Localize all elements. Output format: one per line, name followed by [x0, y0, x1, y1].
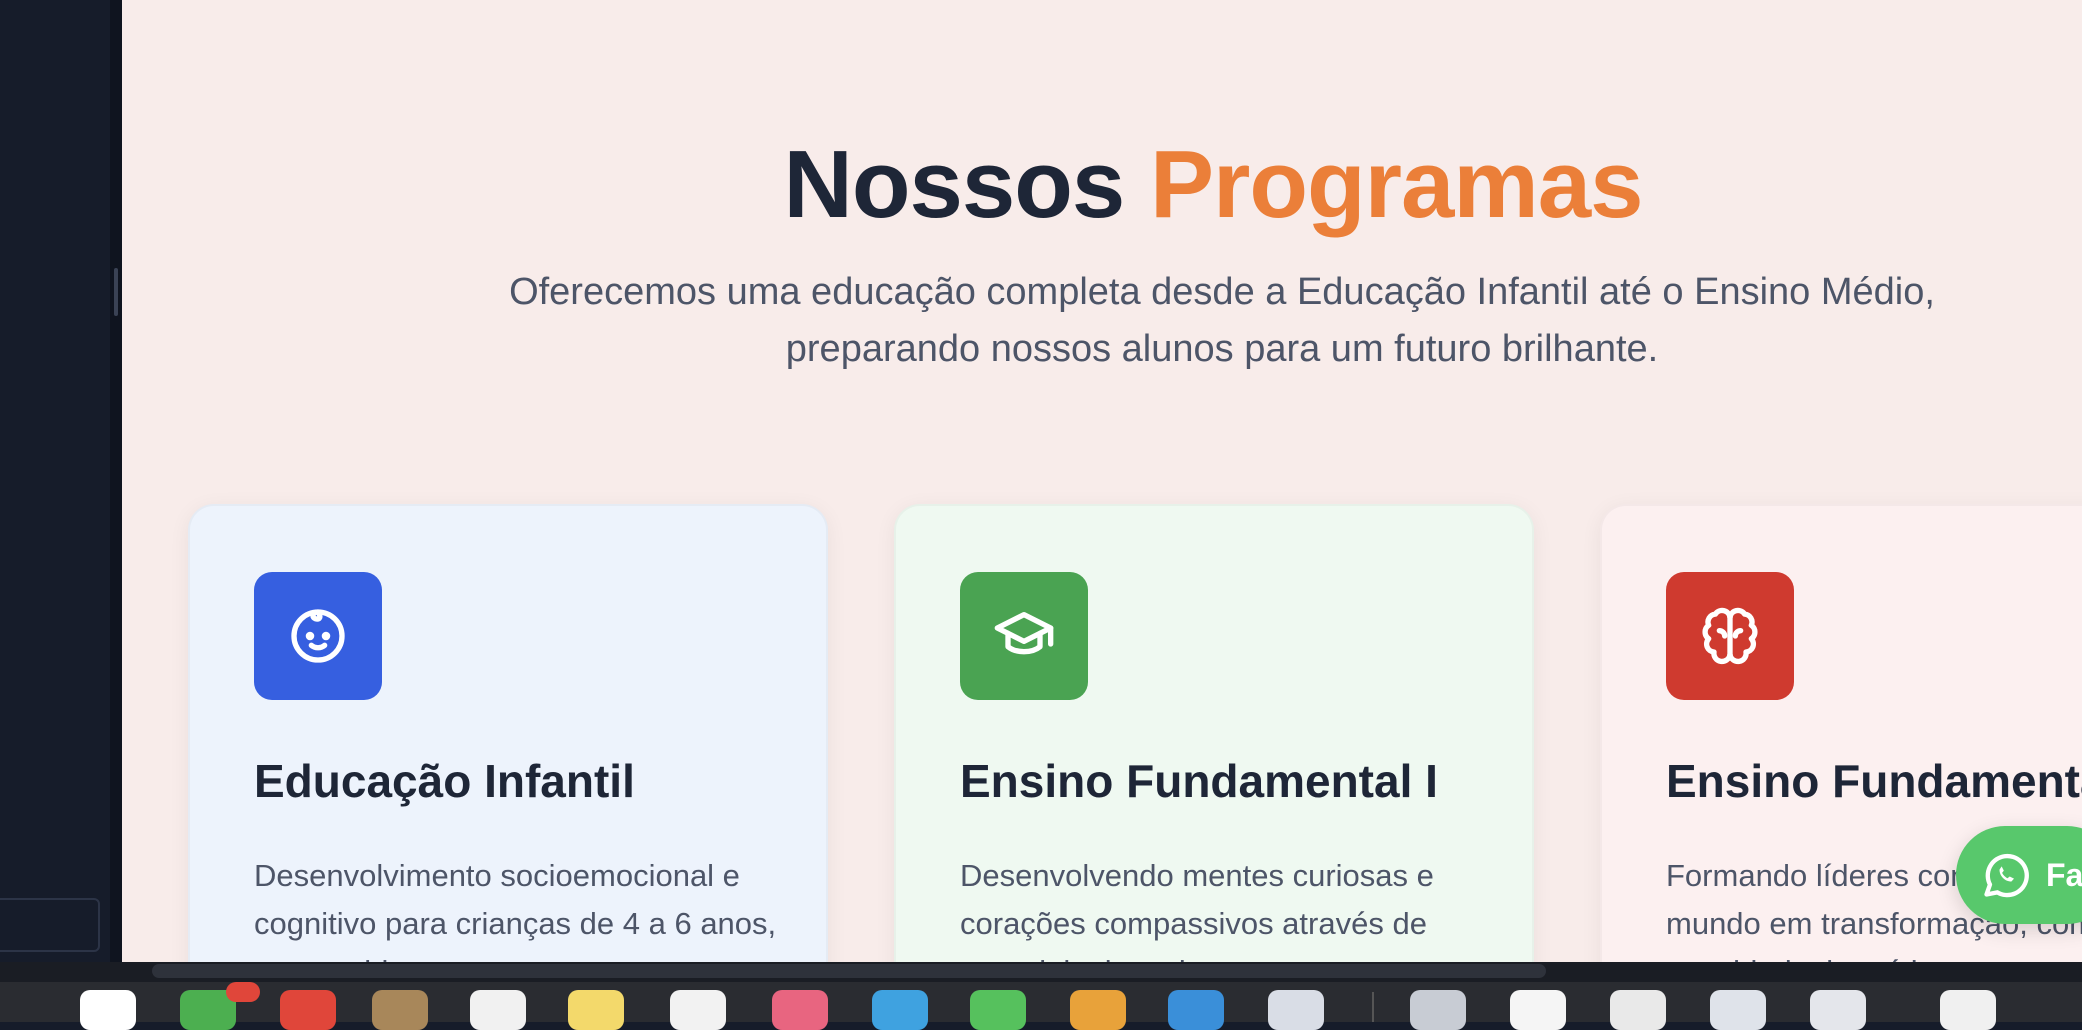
- brain-icon: [1702, 607, 1758, 665]
- section-subtitle: Oferecemos uma educação completa desde a…: [509, 271, 1935, 370]
- dock-app-icon[interactable]: [372, 990, 428, 1030]
- dock-app-icon[interactable]: [1268, 990, 1324, 1030]
- baby-icon: [291, 609, 345, 663]
- whatsapp-icon: [1984, 853, 2029, 898]
- card-title: Ensino Fundamental I: [960, 755, 1438, 807]
- dock-app-icon[interactable]: [872, 990, 928, 1030]
- card-title: Educação Infantil: [254, 755, 635, 807]
- dock-app-icon[interactable]: [1710, 990, 1766, 1030]
- card-description: Desenvolvendo mentes curiosas e corações…: [960, 858, 1439, 962]
- horizontal-scrollbar[interactable]: [152, 964, 1546, 978]
- dock-app-icon[interactable]: [568, 990, 624, 1030]
- panel-input[interactable]: [0, 898, 100, 952]
- section-title-accent: Programas: [1149, 131, 1644, 238]
- program-card-educacao-infantil[interactable]: Educação Infantil Desenvolvimento socioe…: [188, 504, 828, 962]
- whatsapp-button[interactable]: Fale: [1956, 826, 2082, 924]
- dock-separator: [1372, 992, 1374, 1022]
- graduation-cap-icon: [994, 612, 1054, 655]
- dock-app-icon[interactable]: [1610, 990, 1666, 1030]
- dock-app-icon[interactable]: [670, 990, 726, 1030]
- whatsapp-label: Fale: [2046, 856, 2082, 893]
- dock-app-icon[interactable]: [1810, 990, 1866, 1030]
- panel-divider[interactable]: [110, 0, 122, 962]
- program-card-fundamental-1[interactable]: Ensino Fundamental I Desenvolvendo mente…: [894, 504, 1534, 962]
- dock-app-icon[interactable]: [1940, 990, 1996, 1030]
- dock-app-icon[interactable]: [1410, 990, 1466, 1030]
- section-title: Nossos Programas: [122, 130, 2082, 240]
- resize-handle[interactable]: [114, 268, 118, 316]
- card-description: Desenvolvimento socioemocional e cogniti…: [254, 858, 777, 962]
- card-icon-box: [1666, 572, 1794, 700]
- dock-app-icon[interactable]: [470, 990, 526, 1030]
- dock-app-icon[interactable]: [1510, 990, 1566, 1030]
- card-icon-box: [254, 572, 382, 700]
- dock: [0, 982, 2082, 1030]
- card-title: Ensino Fundamental II: [1666, 755, 2082, 807]
- programs-section: Nossos Programas Oferecemos uma educação…: [122, 0, 2082, 962]
- section-title-main: Nossos: [783, 131, 1125, 238]
- window-bottom-bar: [0, 962, 2082, 1030]
- dock-app-icon[interactable]: [80, 990, 136, 1030]
- dock-app-icon[interactable]: [1168, 990, 1224, 1030]
- dock-app-icon[interactable]: [772, 990, 828, 1030]
- dock-app-icon[interactable]: [280, 990, 336, 1030]
- notification-badge: [226, 982, 260, 1002]
- dock-app-icon[interactable]: [1070, 990, 1126, 1030]
- left-panel: [0, 0, 122, 962]
- card-icon-box: [960, 572, 1088, 700]
- dock-app-icon[interactable]: [970, 990, 1026, 1030]
